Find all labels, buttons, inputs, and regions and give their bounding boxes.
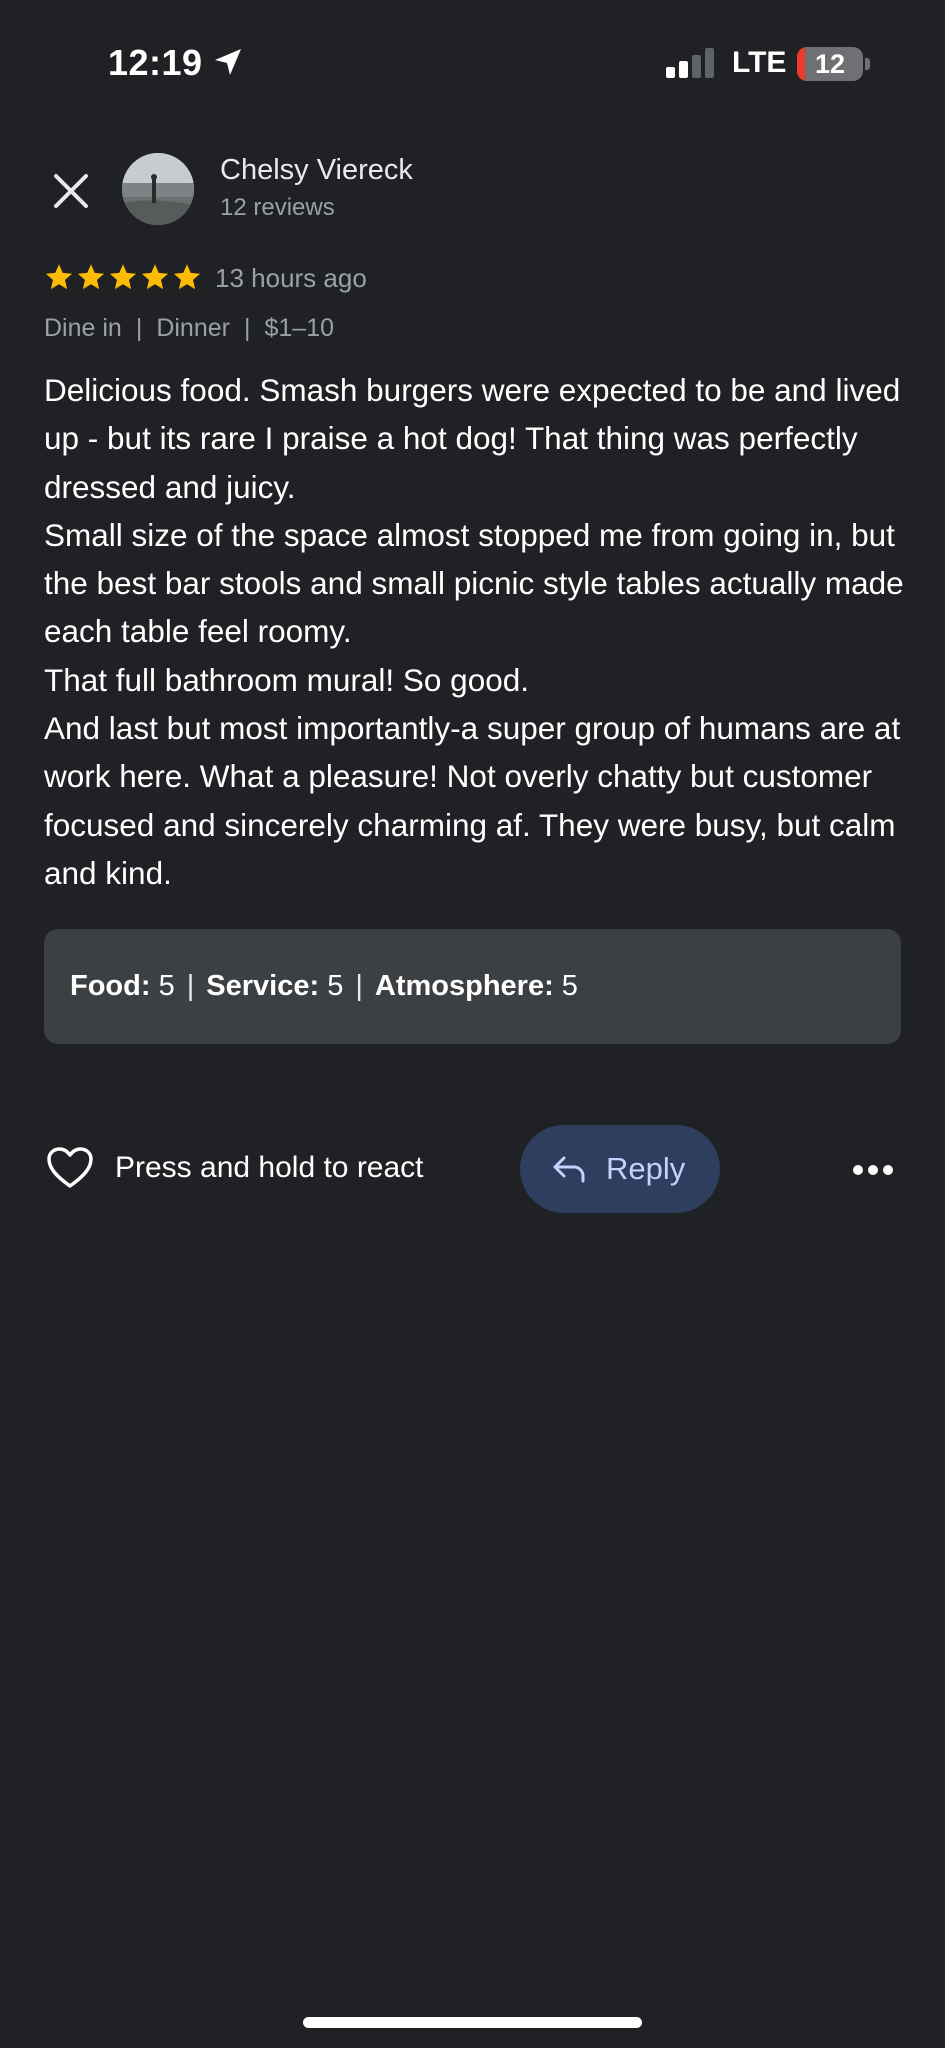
atmosphere-rating-label: Atmosphere: [374,970,554,1002]
close-icon[interactable] [46,166,96,216]
avatar-photo [122,153,194,225]
reply-label: Reply [606,1151,686,1186]
review-text: Delicious food. Smash burgers were expec… [44,366,914,897]
reply-button[interactable]: Reply [520,1125,720,1213]
heart-icon[interactable] [46,1146,94,1190]
signal-bars-icon [666,48,714,78]
network-label: LTE [732,46,787,79]
rating-separator: | [186,970,195,1002]
meta-dine-in: Dine in [44,314,122,342]
star-rating [44,262,202,292]
react-hint[interactable]: Press and hold to react [115,1151,424,1185]
star-icon [77,264,105,290]
food-rating-value: 5 [158,970,175,1002]
service-rating-label: Service: [206,970,320,1002]
battery-level: 12 [814,49,846,79]
service-rating-value: 5 [327,970,344,1002]
review-count: 12 reviews [220,194,335,221]
sub-ratings-box: Food: 5 | Service: 5 | Atmosphere: 5 [44,929,901,1044]
food-rating-label: Food: [70,970,151,1002]
review-paragraph: That full bathroom mural! So good. [44,661,530,698]
meta-price: $1–10 [264,314,335,342]
star-icon [109,264,137,290]
star-icon [141,264,169,290]
star-icon [45,264,73,290]
review-paragraph: Delicious food. Smash burgers were expec… [44,372,901,505]
battery-indicator: 12 [797,47,863,81]
review-meta: Dine in | Dinner | $1–10 [44,314,334,343]
atmosphere-rating-value: 5 [561,970,578,1002]
more-horizontal-icon[interactable] [852,1155,894,1185]
meta-meal: Dinner [156,314,230,342]
avatar[interactable] [122,153,194,225]
star-icon [173,264,201,290]
review-detail-screen: 12:19 LTE 12 Chelsy Viereck 12 reviews 1… [0,0,945,2048]
meta-separator: | [243,314,251,342]
review-time: 13 hours ago [215,263,367,293]
location-arrow-icon [215,49,241,75]
review-paragraph: Small size of the space almost stopped m… [44,516,904,650]
battery-cap [865,58,870,70]
rating-separator: | [355,970,363,1002]
home-indicator[interactable] [303,2017,642,2028]
meta-separator: | [135,314,143,342]
reviewer-name[interactable]: Chelsy Viereck [220,154,413,187]
status-time: 12:19 [108,42,203,83]
reply-arrow-icon [553,1156,585,1183]
review-paragraph: And last but most importantly-a super gr… [44,710,901,891]
